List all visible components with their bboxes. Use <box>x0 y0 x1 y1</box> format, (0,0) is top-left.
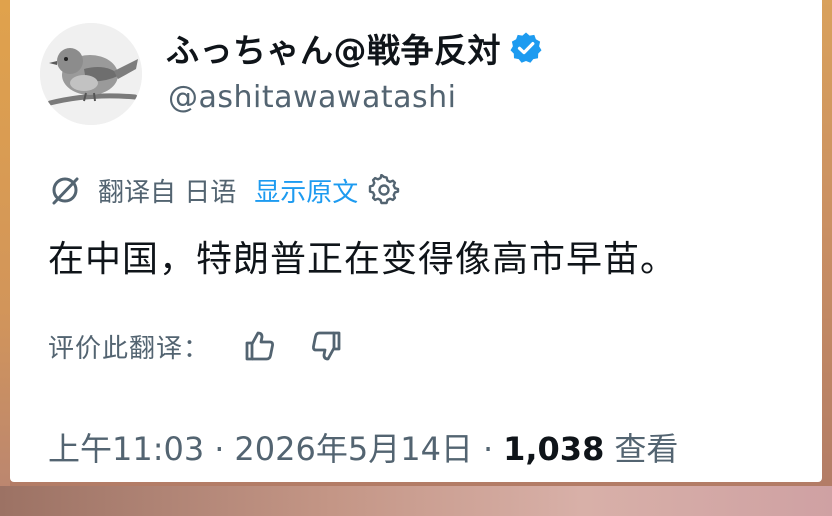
display-name[interactable]: ふっちゃん@戦争反対 <box>166 24 543 72</box>
tweet-card: ふっちゃん@戦争反対 @ashitawawatashi 翻译自 日语 显示原文 … <box>10 0 822 482</box>
meta-separator: · <box>482 430 494 468</box>
tweet-text: 在中国，特朗普正在变得像高市早苗。 <box>48 239 678 280</box>
meta-separator: · <box>214 430 225 468</box>
translate-icon <box>48 173 82 207</box>
verified-badge-icon <box>509 31 543 65</box>
bottom-strip <box>0 486 832 516</box>
tweet-time[interactable]: 上午11:03 <box>48 424 204 470</box>
tweet-meta: 上午11:03 · 2026年5月14日 · 1,038 查看 <box>48 424 678 470</box>
show-original-link[interactable]: 显示原文 <box>254 172 358 209</box>
tweet-date[interactable]: 2026年5月14日 <box>234 424 473 470</box>
views-count: 1,038 <box>503 430 605 468</box>
user-handle[interactable]: @ashitawawatashi <box>168 80 456 115</box>
rate-translation-bar: 评价此翻译： <box>48 326 376 366</box>
display-name-text[interactable]: ふっちゃん@戦争反対 <box>166 24 501 72</box>
translated-from-label: 翻译自 日语 <box>98 177 237 208</box>
avatar[interactable] <box>40 23 142 125</box>
translation-bar: 翻译自 日语 显示原文 <box>48 172 400 208</box>
left-edge <box>0 0 10 516</box>
gear-icon[interactable] <box>368 174 400 206</box>
thumbs-down-icon[interactable] <box>308 327 346 365</box>
bird-avatar-image <box>40 23 142 125</box>
rate-translation-label: 评价此翻译： <box>48 333 211 364</box>
thumbs-up-icon[interactable] <box>240 327 278 365</box>
views-label: 查看 <box>614 430 679 468</box>
